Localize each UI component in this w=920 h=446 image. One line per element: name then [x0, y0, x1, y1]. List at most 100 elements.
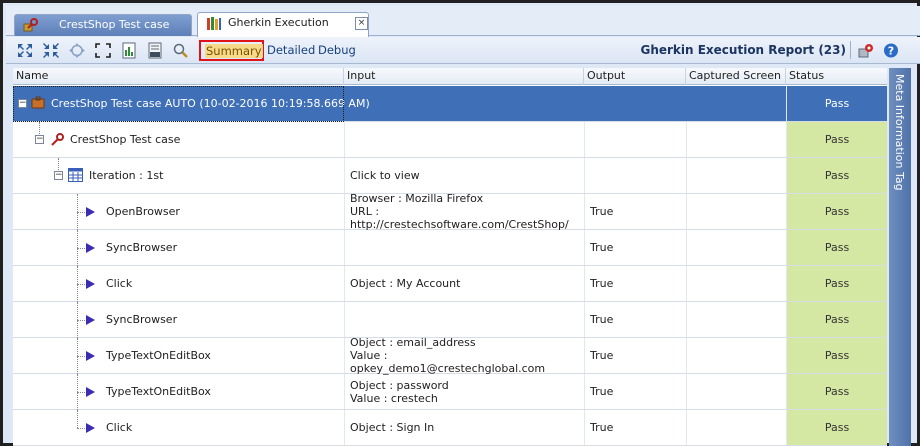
- captured-screen-cell: [686, 122, 786, 157]
- table-row[interactable]: Click Object : My Account True Pass: [13, 266, 887, 302]
- export-log-icon[interactable]: [146, 42, 164, 59]
- row-name: TypeTextOnEditBox: [106, 349, 211, 362]
- name-cell: TypeTextOnEditBox: [13, 338, 344, 374]
- search-icon[interactable]: [172, 42, 190, 59]
- output-cell: True: [584, 302, 686, 337]
- output-value: True: [590, 385, 614, 398]
- collapse-toggle[interactable]: −: [54, 171, 63, 180]
- name-cell: TypeTextOnEditBox: [13, 374, 344, 410]
- input-cell: Object : password Value : crestech: [344, 374, 584, 409]
- name-cell: OpenBrowser: [13, 194, 344, 230]
- click-to-view-link[interactable]: Click to view: [350, 169, 420, 182]
- input-line: Object : password: [350, 378, 449, 392]
- column-header-captured-screen[interactable]: Captured Screen: [686, 68, 786, 85]
- move-icon[interactable]: [68, 42, 86, 59]
- window-frame: CrestShop Test case Gherkin Execution Re…: [0, 0, 920, 446]
- expand-all-icon[interactable]: [16, 42, 34, 59]
- input-line: Object : My Account: [350, 277, 461, 290]
- collapse-toggle[interactable]: −: [35, 135, 44, 144]
- output-cell: [584, 122, 686, 157]
- meta-information-tab[interactable]: Meta Information: [893, 74, 906, 168]
- input-cell: Browser : Mozilla Firefox URL : http://c…: [344, 192, 584, 231]
- captured-screen-cell: [686, 410, 786, 445]
- output-cell: [584, 158, 686, 193]
- step-arrow-icon: [86, 279, 95, 289]
- row-name: OpenBrowser: [106, 205, 180, 218]
- column-header-output[interactable]: Output: [584, 68, 686, 85]
- debug-link[interactable]: Debug: [318, 43, 356, 57]
- tab-label: CrestShop Test case: [59, 18, 170, 31]
- input-cell: Object : Sign In: [344, 410, 584, 445]
- column-header-input[interactable]: Input: [344, 68, 584, 85]
- input-line: Value : crestech: [350, 391, 438, 405]
- name-cell: − CrestShop Test case: [13, 122, 344, 157]
- table-row[interactable]: SyncBrowser True Pass: [13, 230, 887, 266]
- summary-link[interactable]: Summary: [205, 44, 263, 58]
- export-excel-icon[interactable]: [120, 42, 138, 59]
- name-cell: Click: [13, 410, 344, 445]
- table-row[interactable]: Click Object : Sign In True Pass: [13, 410, 887, 446]
- key-icon: [23, 18, 38, 32]
- row-name: Click: [106, 421, 133, 434]
- fit-screen-icon[interactable]: [94, 42, 112, 59]
- table-row[interactable]: − CrestShop Test case Pass: [13, 122, 887, 158]
- step-arrow-icon: [86, 207, 95, 217]
- captured-screen-cell: [686, 374, 786, 409]
- detailed-link[interactable]: Detailed: [267, 43, 315, 57]
- tree-line: [77, 410, 78, 428]
- tools-icon[interactable]: [857, 42, 875, 59]
- tab-crestshop-test-case[interactable]: CrestShop Test case: [14, 14, 192, 36]
- tree-line: [77, 392, 85, 393]
- status-cell: Pass: [786, 374, 887, 409]
- status-cell: Pass: [786, 230, 887, 265]
- table-row[interactable]: TypeTextOnEditBox Object : email_address…: [13, 336, 887, 375]
- table-row[interactable]: SyncBrowser True Pass: [13, 302, 887, 338]
- column-header-status[interactable]: Status: [786, 68, 887, 85]
- close-tab-button[interactable]: ×: [355, 17, 368, 30]
- row-name: Click: [106, 277, 133, 290]
- side-panel: Meta Information Tag: [889, 68, 911, 446]
- input-cell: [344, 230, 584, 265]
- step-arrow-icon: [86, 351, 95, 361]
- step-arrow-icon: [86, 315, 95, 325]
- column-header-name[interactable]: Name: [13, 68, 344, 85]
- help-icon[interactable]: ?: [882, 42, 900, 59]
- collapse-toggle[interactable]: −: [18, 99, 27, 108]
- output-cell: True: [584, 266, 686, 301]
- report-grid: Name Input Output Captured Screen Status…: [13, 68, 887, 446]
- status-cell: Pass: [786, 266, 887, 301]
- report-books-icon: [207, 17, 221, 30]
- tree-line: [77, 284, 85, 285]
- tab-gherkin-execution-report[interactable]: Gherkin Execution Report ×: [197, 12, 369, 49]
- input-cell[interactable]: Click to view: [344, 158, 584, 193]
- status-cell: Pass: [786, 194, 887, 229]
- row-name: Iteration : 1st: [89, 169, 164, 182]
- collapse-all-icon[interactable]: [42, 42, 60, 59]
- name-cell: SyncBrowser: [13, 302, 344, 338]
- output-value: True: [590, 241, 614, 254]
- briefcase-icon: [31, 96, 45, 109]
- row-name: CrestShop Test case: [70, 133, 181, 146]
- captured-screen-cell: [686, 302, 786, 337]
- tab-strip: CrestShop Test case Gherkin Execution Re…: [6, 6, 920, 49]
- tag-tab[interactable]: Tag: [893, 172, 906, 191]
- table-row[interactable]: − Iteration : 1st Click to view Pass: [13, 158, 887, 194]
- output-cell: True: [584, 410, 686, 445]
- status-cell: Pass: [786, 410, 887, 445]
- report-toolbar: Summary Detailed Debug Gherkin Execution…: [6, 37, 920, 64]
- summary-highlight-box: Summary: [199, 40, 264, 61]
- key-icon: [51, 133, 64, 146]
- output-value: True: [590, 277, 614, 290]
- svg-text:?: ?: [888, 45, 894, 58]
- captured-screen-cell: [686, 266, 786, 301]
- table-row[interactable]: TypeTextOnEditBox Object : password Valu…: [13, 374, 887, 410]
- status-cell: Pass: [786, 302, 887, 337]
- input-line: Object : email_address: [350, 336, 476, 349]
- captured-screen-cell: [686, 158, 786, 193]
- grid-header: Name Input Output Captured Screen Status: [13, 68, 887, 85]
- input-line: Browser : Mozilla Firefox: [350, 192, 484, 205]
- table-row[interactable]: − CrestShop Test case AUTO (10-02-2016 1…: [13, 86, 887, 122]
- tree-line: [77, 212, 85, 213]
- captured-screen-cell: [686, 230, 786, 265]
- table-row[interactable]: OpenBrowser Browser : Mozilla Firefox UR…: [13, 192, 887, 231]
